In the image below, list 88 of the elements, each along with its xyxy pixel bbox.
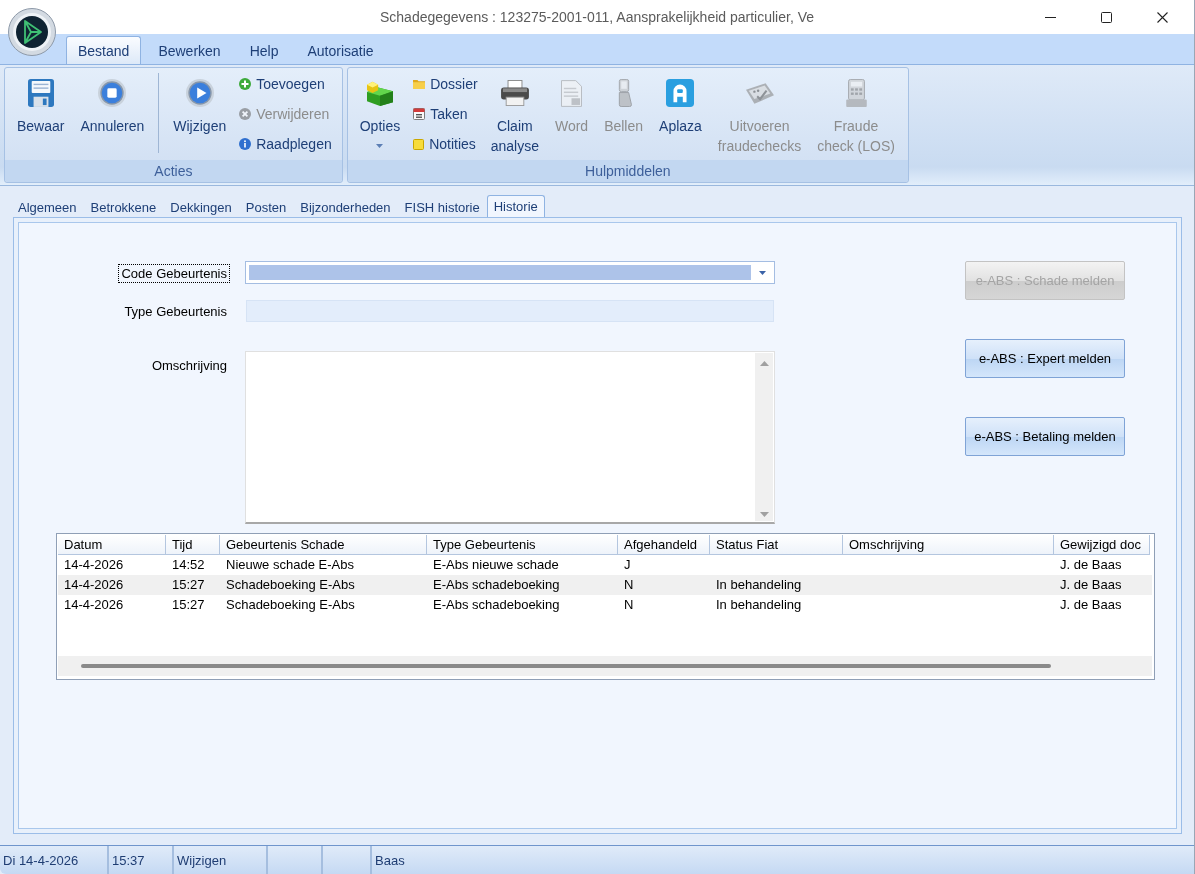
table-cell-text: Nieuwe schade E-Abs <box>225 556 355 574</box>
column-header[interactable]: Afgehandeld <box>618 535 710 555</box>
table-cell-text: 14-4-2026 <box>63 556 125 574</box>
status-field: Baas <box>372 846 1194 874</box>
tab[interactable]: FISH historie <box>397 197 487 217</box>
action-button[interactable]: e-ABS : Expert melden <box>965 339 1125 378</box>
table-cell-text: Schadeboeking E-Abs <box>225 576 356 594</box>
table-cell-text: J. de Baas <box>1059 556 1123 574</box>
column-header[interactable]: Gebeurtenis Schade <box>220 535 427 555</box>
ribbon-button[interactable]: Raadplegen <box>235 129 336 159</box>
close-icon <box>1156 11 1168 23</box>
ribbon-button[interactable]: Dossier <box>409 69 482 99</box>
play-icon <box>185 79 214 107</box>
tab[interactable]: Bijzonderheden <box>293 197 398 217</box>
printer-icon <box>500 80 529 106</box>
ribbon-tab[interactable]: Bewerken <box>146 36 233 64</box>
ribbon-button[interactable]: Notities <box>409 129 482 159</box>
table-cell-text: 15:27 <box>171 576 206 594</box>
ribbon-button[interactable]: Bewaar <box>10 68 72 160</box>
field-label: Omschrijving <box>150 357 228 374</box>
cubes-icon <box>366 80 393 106</box>
dropdown-field[interactable] <box>245 261 775 284</box>
table-cell-text: In behandeling <box>715 576 803 594</box>
down-arrow-icon <box>759 512 769 517</box>
tab[interactable]: Betrokkene <box>83 197 164 217</box>
ribbon-tab[interactable]: Bestand <box>66 36 142 64</box>
action-button[interactable]: e-ABS : Betaling melden <box>965 417 1125 456</box>
calculator-icon <box>845 79 867 107</box>
tab[interactable]: Algemeen <box>11 197 84 217</box>
caret-icon <box>758 270 766 275</box>
maximize-icon <box>1100 11 1112 23</box>
table-cell-text: E-Abs nieuwe schade <box>432 556 560 574</box>
column-header[interactable]: Type Gebeurtenis <box>427 535 618 555</box>
ribbon-button[interactable]: Claim analyse <box>483 68 546 160</box>
horizontal-scrollbar[interactable] <box>58 656 1152 676</box>
vertical-scrollbar[interactable] <box>755 353 773 521</box>
calendar-icon <box>413 108 426 120</box>
ribbon-button[interactable]: Taken <box>409 99 482 129</box>
up-arrow-icon <box>759 361 769 366</box>
table-cell-text: J. de Baas <box>1059 596 1123 614</box>
ribbon-tab[interactable]: Help <box>237 36 291 64</box>
scrollbar-thumb[interactable] <box>81 664 1051 668</box>
table-cell-text: 15:27 <box>171 596 206 614</box>
table-cell-text: 14-4-2026 <box>63 596 125 614</box>
document-icon <box>561 79 582 107</box>
status-field: Wijzigen <box>174 846 268 874</box>
table-cell-text: E-Abs schadeboeking <box>432 596 561 614</box>
ribbon-button[interactable]: Opties <box>352 68 408 160</box>
folder-icon <box>413 79 426 89</box>
group-label: Hulpmiddelen <box>347 160 908 182</box>
ticket-icon <box>745 82 774 104</box>
table-cell-text: In behandeling <box>715 596 803 614</box>
status-field: Di 14-4-2026 <box>0 846 109 874</box>
ribbon-button[interactable]: Aplaza <box>652 68 709 160</box>
column-header[interactable]: Gewijzigd doc <box>1054 535 1150 555</box>
ribbon-button[interactable]: Toevoegen <box>235 69 336 99</box>
ribbon-button[interactable]: Wijzigen <box>166 68 234 160</box>
tab[interactable]: Posten <box>238 197 294 217</box>
info-icon <box>239 138 252 150</box>
stop-icon <box>98 79 127 107</box>
note-icon <box>413 138 425 150</box>
x-circle-icon <box>239 108 252 120</box>
field-label: Type Gebeurtenis <box>123 303 228 320</box>
group-label: Acties <box>5 160 342 182</box>
tab[interactable]: Dekkingen <box>163 197 239 217</box>
table-cell-text: 14:52 <box>171 556 206 574</box>
minimize-icon <box>1044 16 1056 18</box>
plus-icon <box>239 78 252 90</box>
table-cell-text: 14-4-2026 <box>63 576 125 594</box>
table-cell-text: N <box>623 596 635 614</box>
tab[interactable]: Historie <box>486 195 545 217</box>
table-cell-text: Schadeboeking E-Abs <box>225 596 356 614</box>
arch-tile-icon <box>666 79 695 107</box>
text-area-field[interactable] <box>245 351 775 524</box>
column-header[interactable]: Tijd <box>166 535 220 555</box>
ribbon-button[interactable]: Annuleren <box>73 68 152 160</box>
field-label: Code Gebeurtenis <box>119 264 229 282</box>
table-cell-text: J <box>623 556 632 574</box>
column-header[interactable]: Datum <box>58 535 166 555</box>
status-field: 15:37 <box>109 846 174 874</box>
table-cell-text: N <box>623 576 635 594</box>
table-cell-text: E-Abs schadeboeking <box>432 576 561 594</box>
input-field[interactable] <box>246 300 774 322</box>
table-cell-text: J. de Baas <box>1059 576 1123 594</box>
column-header[interactable]: Status Fiat <box>710 535 843 555</box>
column-header[interactable]: Omschrijving <box>843 535 1054 555</box>
window-title: Schadegegevens : 123275-2001-011, Aansprakelijkheid particulier, Ve <box>379 9 815 25</box>
ribbon-tab[interactable]: Autorisatie <box>295 36 386 64</box>
